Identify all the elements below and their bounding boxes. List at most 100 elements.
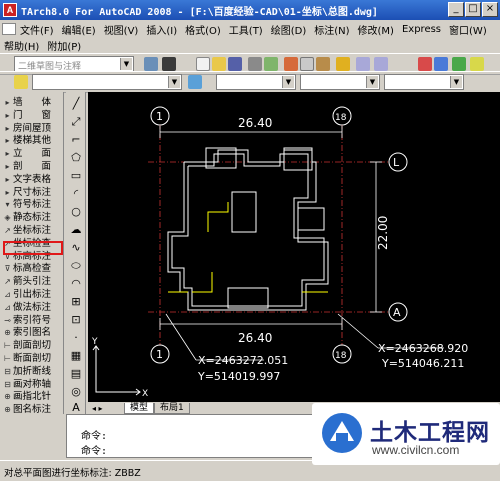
- zoom-previous-icon[interactable]: [470, 57, 484, 71]
- drawing-canvas[interactable]: 26.40 26.40 22.00 1 18 L A 1 18 X=246327…: [88, 92, 500, 402]
- building-outline: [167, 147, 329, 311]
- layer-combo[interactable]: [32, 74, 182, 90]
- gradient-icon[interactable]: ▤: [68, 366, 84, 382]
- layer-manager-icon[interactable]: [14, 75, 28, 89]
- lineweight-combo[interactable]: [384, 74, 464, 90]
- axis-bubbles: [150, 106, 408, 364]
- tarch-item[interactable]: ▸ 文字表格: [2, 173, 62, 186]
- tarch-item[interactable]: ↗ 箭头引注: [2, 275, 62, 288]
- menu-insert[interactable]: 插入(I): [142, 22, 181, 37]
- tarch-item[interactable]: ↗ 坐标标注: [2, 224, 62, 237]
- tarch-item-label: 门 窗: [13, 109, 52, 121]
- region-icon[interactable]: ◎: [68, 384, 84, 400]
- tarch-item[interactable]: ⊸ 索引符号: [2, 314, 62, 327]
- zoom-window-icon[interactable]: [452, 57, 466, 71]
- menu-addon[interactable]: 附加(P): [43, 38, 85, 53]
- new-file-icon[interactable]: [196, 57, 210, 71]
- minimize-button[interactable]: _: [448, 2, 464, 17]
- pan-icon[interactable]: [418, 57, 432, 71]
- toolbar-layers: [0, 71, 500, 93]
- save-icon[interactable]: [228, 57, 242, 71]
- menu-format[interactable]: 格式(O): [181, 22, 225, 37]
- document-icon[interactable]: [2, 23, 16, 35]
- tab-layout1[interactable]: 布局1: [154, 402, 190, 414]
- command-line-2[interactable]: 命令:: [81, 442, 107, 457]
- zoom-icon[interactable]: [434, 57, 448, 71]
- spline-icon[interactable]: ∿: [68, 240, 84, 256]
- menu-window[interactable]: 窗口(W): [445, 22, 491, 37]
- tarch-item[interactable]: ⊿ 做法标注: [2, 301, 62, 314]
- copy-icon[interactable]: [300, 57, 314, 71]
- print-icon[interactable]: [248, 57, 262, 71]
- workspace-settings-icon[interactable]: [144, 57, 158, 71]
- tarch-item[interactable]: ▸ 房间屋顶: [2, 122, 62, 135]
- paste-icon[interactable]: [316, 57, 330, 71]
- tarch-item[interactable]: ◈ 静态标注: [2, 211, 62, 224]
- tarch-item[interactable]: ⊕ 画指北针: [2, 390, 62, 403]
- make-block-icon[interactable]: ⊡: [68, 312, 84, 328]
- ellipse-arc-icon[interactable]: ◠: [68, 276, 84, 292]
- menu-file[interactable]: 文件(F): [16, 22, 58, 37]
- preview-icon[interactable]: [264, 57, 278, 71]
- tarch-item[interactable]: ▸ 剖 面: [2, 160, 62, 173]
- tarch-item[interactable]: ▸ 楼梯其他: [2, 134, 62, 147]
- insert-block-icon[interactable]: ⊞: [68, 294, 84, 310]
- title-bar: A TArch8.0 For AutoCAD 2008 - [F:\百度经验-C…: [0, 0, 500, 20]
- point-icon[interactable]: ·: [68, 330, 84, 346]
- tarch-item-label: 楼梯其他: [13, 135, 52, 147]
- cut-icon[interactable]: [284, 57, 298, 71]
- tarch-item[interactable]: ⊕ 图名标注: [2, 403, 62, 416]
- linetype-combo[interactable]: [300, 74, 380, 90]
- axis-label-A: A: [393, 306, 401, 319]
- menu-tools[interactable]: 工具(T): [225, 22, 267, 37]
- polygon-icon[interactable]: ⬠: [68, 150, 84, 166]
- menu-modify[interactable]: 修改(M): [354, 22, 398, 37]
- tarch-item[interactable]: ▸ 立 面: [2, 147, 62, 160]
- close-button[interactable]: ×: [482, 2, 498, 17]
- redo-icon[interactable]: [374, 57, 388, 71]
- tarch-item-label: 墙 体: [13, 97, 52, 108]
- tarch-item[interactable]: ⊢ 剖面剖切: [2, 339, 62, 352]
- tab-model[interactable]: 模型: [124, 402, 155, 414]
- maximize-button[interactable]: □: [465, 2, 481, 17]
- tarch-item[interactable]: ⊽ 标高检查: [2, 262, 62, 275]
- workspace-combo[interactable]: 二维草图与注释: [14, 56, 134, 72]
- tarch-item[interactable]: ▸ 墙 体: [2, 96, 62, 109]
- color-combo[interactable]: [216, 74, 296, 90]
- line-icon[interactable]: ╱: [68, 96, 84, 112]
- circle-icon[interactable]: ○: [68, 204, 84, 220]
- match-properties-icon[interactable]: [336, 57, 350, 71]
- app-icon[interactable]: A: [3, 3, 17, 17]
- tarch-item[interactable]: ⊢ 断面剖切: [2, 352, 62, 365]
- menu-arrow-icon: ⊿: [4, 302, 11, 312]
- undo-icon[interactable]: [356, 57, 370, 71]
- tarch-item[interactable]: ⊕ 索引图名: [2, 326, 62, 339]
- tarch-item[interactable]: ▸ 门 窗: [2, 109, 62, 122]
- tarch-item[interactable]: ▾ 符号标注: [2, 198, 62, 211]
- tarch-item[interactable]: ⊟ 画对称轴: [2, 378, 62, 391]
- tarch-item[interactable]: ⊟ 加折断线: [2, 365, 62, 378]
- construction-line-icon[interactable]: ⤢: [68, 114, 84, 130]
- menu-dimension[interactable]: 标注(N): [310, 22, 353, 37]
- hatch-icon[interactable]: ▦: [68, 348, 84, 364]
- menu-help[interactable]: 帮助(H): [0, 38, 43, 53]
- arc-icon[interactable]: ◜: [68, 186, 84, 202]
- menu-draw[interactable]: 绘图(D): [267, 22, 311, 37]
- rectangle-icon[interactable]: ▭: [68, 168, 84, 184]
- menu-view[interactable]: 视图(V): [100, 22, 143, 37]
- tarch-item[interactable]: ⊿ 引出标注: [2, 288, 62, 301]
- app-window: A TArch8.0 For AutoCAD 2008 - [F:\百度经验-C…: [0, 0, 500, 481]
- camera-icon[interactable]: [162, 57, 176, 71]
- layer-previous-icon[interactable]: [188, 75, 202, 89]
- menu-edit[interactable]: 编辑(E): [58, 22, 100, 37]
- menu-arrow-icon: ▸: [5, 174, 10, 184]
- ellipse-icon[interactable]: ⬭: [68, 258, 84, 274]
- menu-express[interactable]: Express: [398, 24, 445, 35]
- tab-nav-arrows[interactable]: ◂ ▸: [88, 404, 124, 413]
- window-title: TArch8.0 For AutoCAD 2008 - [F:\百度经验-CAD…: [21, 6, 378, 18]
- tarch-item[interactable]: ▸ 尺寸标注: [2, 186, 62, 199]
- menu-bar-2: 帮助(H) 附加(P): [0, 37, 85, 53]
- revision-cloud-icon[interactable]: ☁: [68, 222, 84, 238]
- open-folder-icon[interactable]: [212, 57, 226, 71]
- polyline-icon[interactable]: ⌐: [68, 132, 84, 148]
